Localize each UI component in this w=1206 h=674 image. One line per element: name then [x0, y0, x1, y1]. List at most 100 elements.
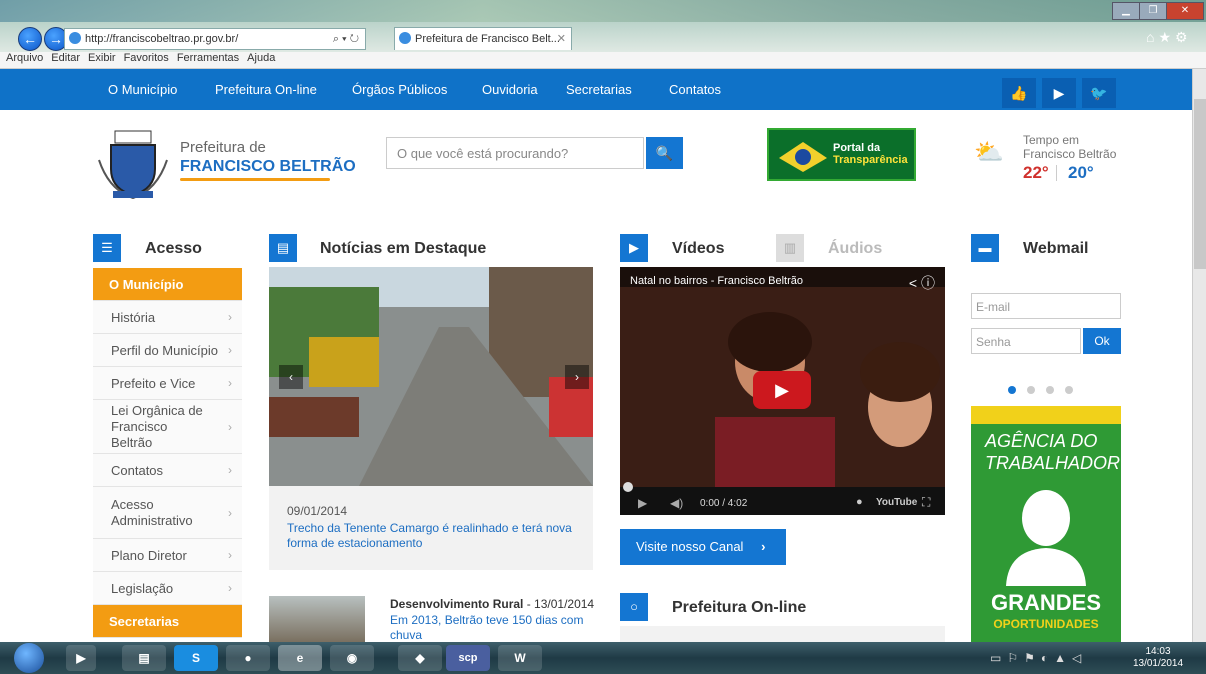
agencia-trabalhador-banner[interactable]: AGÊNCIA DO TRABALHADOR GRANDES OPORTUNID…	[971, 406, 1121, 642]
carousel-dot[interactable]	[1027, 386, 1035, 394]
close-window-button[interactable]: ✕	[1166, 2, 1204, 20]
back-button[interactable]: ←	[18, 27, 42, 51]
taskbar-media-icon[interactable]: ▶	[66, 645, 96, 671]
minimize-button[interactable]: ▁	[1112, 2, 1140, 20]
nav-secretarias[interactable]: Secretarias	[566, 82, 632, 97]
sidebar-item-prefeito[interactable]: Prefeito e Vice ›	[93, 367, 242, 400]
news-thumb-image[interactable]	[269, 596, 365, 642]
nav-prefeitura-online[interactable]: Prefeitura On-line	[215, 82, 317, 97]
nav-municipio[interactable]: O Município	[108, 82, 177, 97]
tab-favicon	[399, 32, 411, 44]
taskbar-skype-icon[interactable]: S	[174, 645, 218, 671]
news-item2-headline-link[interactable]: Em 2013, Beltrão teve 150 dias com chuva	[390, 613, 600, 643]
share-info-icons[interactable]: < ⓘ	[909, 273, 935, 293]
home-favorites-tools-icons[interactable]: ⌂★⚙	[1146, 29, 1192, 46]
menu-bar: Arquivo Editar Exibir Favoritos Ferramentas A…	[0, 52, 1206, 69]
password-field[interactable]: Senha	[971, 328, 1081, 354]
taskbar-app-icon[interactable]: ◆	[398, 645, 442, 671]
nav-contatos[interactable]: Contatos	[669, 82, 721, 97]
taskbar-firefox-icon[interactable]: ●	[226, 645, 270, 671]
menu-ferramentas[interactable]: Ferramentas	[177, 52, 239, 64]
email-field[interactable]: E-mail	[971, 293, 1121, 319]
address-controls[interactable]: ⌕ ▾ ↻	[333, 29, 359, 49]
news-title: Notícias em Destaque	[320, 240, 487, 257]
carousel-next-icon[interactable]: ›	[565, 365, 589, 389]
sidebar-item-historia[interactable]: História ›	[93, 301, 242, 334]
sidebar-item-acesso-admin[interactable]: Acesso Administrativo ›	[93, 487, 242, 539]
windows-start-icon[interactable]	[14, 643, 44, 673]
news-headline-link[interactable]: Trecho da Tenente Camargo é realinhado e…	[287, 521, 577, 551]
twitter-icon[interactable]: 🐦	[1082, 78, 1116, 108]
sidebar-item-contatos[interactable]: Contatos ›	[93, 454, 242, 487]
settings-icon[interactable]: ●	[856, 496, 863, 508]
menu-exibir[interactable]: Exibir	[88, 52, 116, 64]
sidebar-item-legislacao[interactable]: Legislação ›	[93, 572, 242, 605]
temp-min: 20°	[1068, 163, 1094, 182]
sidebar-item-label: Perfil do Município	[111, 342, 218, 358]
system-tray-icons[interactable]: ▭⚐⚑◐▲◁	[990, 651, 1087, 665]
tab-close-icon[interactable]: ✕	[557, 28, 566, 50]
chevron-right-icon: ›	[228, 310, 232, 324]
acesso-title: Acesso	[145, 240, 202, 257]
taskbar-ie-icon[interactable]: e	[278, 645, 322, 671]
youtube-play-button[interactable]: ▶	[753, 371, 811, 409]
nav-orgaos-publicos[interactable]: Órgãos Públicos	[352, 82, 447, 97]
scrollbar[interactable]	[1192, 69, 1206, 642]
sidebar-item-label: História	[111, 309, 156, 325]
tab-audios[interactable]: Áudios	[828, 240, 882, 258]
sidebar-item-plano-diretor[interactable]: Plano Diretor ›	[93, 539, 242, 572]
webmail-ok-button[interactable]: Ok	[1083, 328, 1121, 354]
menu-arquivo[interactable]: Arquivo	[6, 52, 43, 64]
carousel-dot[interactable]	[1065, 386, 1073, 394]
sidebar-section-secretarias[interactable]: Secretarias	[93, 605, 242, 638]
taskbar-folder-icon[interactable]: ▤	[122, 645, 166, 671]
video-player[interactable]: Natal no bairros - Francisco Beltrão < ⓘ…	[620, 267, 945, 515]
scrollbar-thumb[interactable]	[1194, 99, 1206, 269]
chevron-right-icon: ›	[228, 505, 232, 520]
video-title: Natal no bairros - Francisco Beltrão	[630, 275, 804, 287]
city-coat-of-arms-icon[interactable]	[93, 125, 173, 207]
taskbar-scp-icon[interactable]: scp	[446, 645, 490, 671]
play-control-icon[interactable]: ▶	[638, 496, 647, 510]
menu-ajuda[interactable]: Ajuda	[247, 52, 275, 64]
sidebar-item-label: Prefeito e Vice	[111, 375, 196, 391]
youtube-logo[interactable]: YouTube	[876, 497, 917, 508]
title-bar	[0, 0, 1206, 22]
nav-ouvidoria[interactable]: Ouvidoria	[482, 82, 538, 97]
play-icon[interactable]: ▶	[1042, 78, 1076, 108]
carousel-dot-active[interactable]	[1008, 386, 1016, 394]
address-bar[interactable]: http://franciscobeltrao.pr.gov.br/ ⌕ ▾ ↻	[64, 28, 366, 50]
facebook-like-icon[interactable]: 👍	[1002, 78, 1036, 108]
banner-line4: OPORTUNIDADES	[993, 617, 1099, 631]
sidebar-item-label: Plano Diretor	[111, 547, 187, 563]
restore-button[interactable]: ❐	[1139, 2, 1167, 20]
search-icon[interactable]: 🔍	[646, 137, 683, 169]
news-featured-image[interactable]: ‹ ›	[269, 267, 593, 486]
menu-favoritos[interactable]: Favoritos	[124, 52, 169, 64]
play-icon: ▶	[620, 234, 648, 262]
fullscreen-icon[interactable]: ⛶	[922, 495, 930, 510]
visite-canal-button[interactable]: Visite nosso Canal ›	[620, 529, 786, 565]
chevron-right-icon: ›	[228, 343, 232, 357]
volume-icon[interactable]: ◀)	[670, 496, 683, 510]
tab-videos[interactable]: Vídeos	[672, 240, 724, 258]
news-item2-date: - 13/01/2014	[523, 597, 595, 611]
taskbar-chrome-icon[interactable]: ◉	[330, 645, 374, 671]
clock-time: 14:03	[1145, 646, 1171, 657]
portal-line2: Transparência	[833, 154, 908, 166]
search-input[interactable]: O que você está procurando?	[386, 137, 644, 169]
chevron-right-icon: ›	[228, 463, 232, 477]
visite-label: Visite nosso Canal	[636, 539, 744, 554]
portal-transparencia-banner[interactable]: Portal da Transparência	[767, 128, 916, 181]
taskbar-clock[interactable]: 14:03 13/01/2014	[1132, 646, 1184, 670]
carousel-prev-icon[interactable]: ‹	[279, 365, 303, 389]
carousel-dot[interactable]	[1046, 386, 1054, 394]
sidebar-item-lei-organica[interactable]: Lei Orgânica de Francisco Beltrão ›	[93, 400, 242, 454]
browser-tab[interactable]: Prefeitura de Francisco Belt... ✕	[394, 27, 572, 50]
menu-editar[interactable]: Editar	[51, 52, 80, 64]
weather-title: Tempo em Francisco Beltrão	[1023, 133, 1116, 161]
tab-title: Prefeitura de Francisco Belt...	[415, 33, 560, 45]
sidebar-item-perfil[interactable]: Perfil do Município ›	[93, 334, 242, 367]
sidebar-section-municipio[interactable]: O Município	[93, 268, 242, 301]
taskbar-word-icon[interactable]: W	[498, 645, 542, 671]
